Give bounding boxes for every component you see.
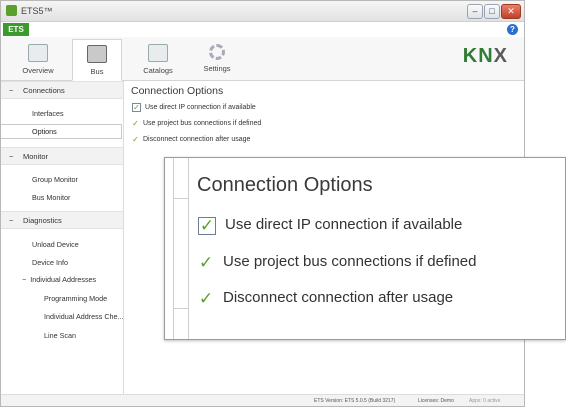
tab-settings[interactable]: Settings <box>193 39 241 78</box>
sidebar-item-unload-device[interactable]: Unload Device <box>32 240 79 250</box>
zoom-title: Connection Options <box>197 174 373 196</box>
zoom-left-strip <box>173 158 189 339</box>
sidebar-item-group-monitor[interactable]: Group Monitor <box>32 175 78 185</box>
checkbox-checked-icon[interactable]: ✓ <box>132 120 139 128</box>
option-disconnect-label: Disconnect connection after usage <box>143 136 251 143</box>
version-text: ETS Version: ETS 5.0.5 (Build 3217) <box>314 398 396 404</box>
tab-catalogs[interactable]: Catalogs <box>134 39 182 78</box>
individual-addresses-label: Individual Addresses <box>30 275 97 284</box>
checkbox-checked-icon[interactable]: ✓ <box>198 290 214 307</box>
zoom-option-disconnect[interactable]: ✓ Disconnect connection after usage <box>198 289 453 307</box>
section-connections-label: Connections <box>23 86 65 95</box>
option-project-bus[interactable]: ✓ Use project bus connections if defined <box>132 120 262 128</box>
section-monitor[interactable]: − Monitor <box>1 147 123 165</box>
ets-menu-tab[interactable]: ETS <box>3 23 29 36</box>
catalogs-icon <box>148 44 168 62</box>
tab-bus-label: Bus <box>90 67 104 76</box>
close-button[interactable]: ✕ <box>501 4 521 19</box>
sidebar-item-options[interactable]: Options <box>1 124 122 139</box>
option-disconnect[interactable]: ✓ Disconnect connection after usage <box>132 136 251 144</box>
status-bar: ETS Version: ETS 5.0.5 (Build 3217) Lice… <box>1 394 524 406</box>
maximize-button[interactable]: □ <box>484 4 500 19</box>
option-project-bus-label: Use project bus connections if defined <box>143 120 262 127</box>
tab-overview-label: Overview <box>22 66 54 75</box>
collapse-icon[interactable]: − <box>1 82 23 100</box>
sidebar-item-bus-monitor[interactable]: Bus Monitor <box>32 193 70 203</box>
settings-gear-icon <box>209 44 225 60</box>
section-diagnostics[interactable]: − Diagnostics <box>1 211 123 229</box>
ets-menu-bar: ETS ? <box>1 22 524 37</box>
sidebar-item-individual-address-check[interactable]: Individual Address Che... <box>44 312 124 322</box>
tab-bus[interactable]: Bus <box>72 39 122 81</box>
apps-text: Apps: 0 active <box>469 398 501 404</box>
tab-catalogs-label: Catalogs <box>143 66 173 75</box>
checkbox-checked-icon[interactable]: ✓ <box>198 217 216 235</box>
section-monitor-label: Monitor <box>23 152 49 161</box>
sidebar-item-device-info[interactable]: Device Info <box>32 258 68 268</box>
ets-app-icon <box>6 5 17 16</box>
overview-icon <box>28 44 48 62</box>
license-text: Licenses: Demo <box>418 398 454 404</box>
knx-logo: KNX <box>462 45 508 67</box>
zoom-option-disconnect-label: Disconnect connection after usage <box>223 289 454 306</box>
sidebar-item-line-scan[interactable]: Line Scan <box>44 331 76 341</box>
collapse-icon[interactable]: − <box>22 275 26 284</box>
zoom-option-project-bus-label: Use project bus connections if defined <box>223 253 477 270</box>
option-direct-ip-label: Use direct IP connection if available <box>145 104 256 111</box>
page-title: Connection Options <box>131 85 224 97</box>
window-title: ETS5™ <box>21 6 53 16</box>
checkbox-checked-icon[interactable]: ✓ <box>132 103 141 112</box>
section-connections[interactable]: − Connections <box>1 81 123 99</box>
bus-icon <box>87 45 107 63</box>
zoom-option-project-bus[interactable]: ✓ Use project bus connections if defined <box>198 253 477 271</box>
checkbox-checked-icon[interactable]: ✓ <box>132 136 139 144</box>
collapse-icon[interactable]: − <box>1 212 23 230</box>
zoom-option-direct-ip[interactable]: ✓ Use direct IP connection if available <box>198 216 462 235</box>
title-bar: ETS5™ – □ ✕ <box>1 1 524 22</box>
sidebar-item-programming-mode[interactable]: Programming Mode <box>44 294 107 304</box>
sidebar-item-interfaces[interactable]: Interfaces <box>32 109 64 119</box>
minimize-button[interactable]: – <box>467 4 483 19</box>
ribbon: Overview Bus Catalogs Settings KNX <box>1 37 524 81</box>
zoom-callout: Connection Options ✓ Use direct IP connec… <box>164 157 566 340</box>
sidebar-item-individual-addresses[interactable]: − Individual Addresses <box>22 275 96 285</box>
section-diagnostics-label: Diagnostics <box>23 216 62 225</box>
checkbox-checked-icon[interactable]: ✓ <box>198 254 214 271</box>
collapse-icon[interactable]: − <box>1 148 23 166</box>
sidebar: − Connections Interfaces Options − Monitor… <box>1 81 124 406</box>
help-icon[interactable]: ? <box>507 24 518 35</box>
zoom-option-direct-ip-label: Use direct IP connection if available <box>225 216 463 233</box>
tab-overview[interactable]: Overview <box>14 39 62 78</box>
option-direct-ip[interactable]: ✓ Use direct IP connection if available <box>132 103 256 112</box>
tab-settings-label: Settings <box>203 64 231 73</box>
